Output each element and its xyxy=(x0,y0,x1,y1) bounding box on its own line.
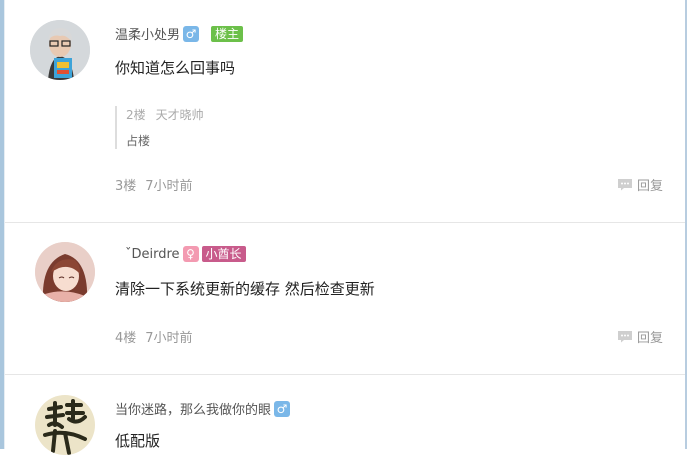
quoted-reply[interactable]: 2楼 天才晓帅 占楼 xyxy=(115,106,686,149)
username-row: 当你迷路，那么我做你的眼 ♂ xyxy=(115,399,291,418)
quote-header: 2楼 天才晓帅 xyxy=(126,106,686,123)
avatar[interactable] xyxy=(30,20,90,80)
quote-text: 占楼 xyxy=(126,134,151,148)
floor-number: 3楼 xyxy=(115,179,137,194)
post-divider xyxy=(5,222,685,223)
post-content: 清除一下系统更新的缓存 然后检查更新 xyxy=(115,280,375,298)
rank-badge: 小酋长 xyxy=(201,246,246,262)
reply-label: 回复 xyxy=(636,331,663,346)
avatar[interactable] xyxy=(35,395,95,455)
post-content: 低配版 xyxy=(115,432,161,450)
post-time: 7小时前 xyxy=(145,179,193,194)
avatar-image xyxy=(35,242,95,302)
male-icon: ♂ xyxy=(274,400,291,417)
comment-icon xyxy=(617,179,632,191)
username-row: 温柔小处男 ♂ 楼主 xyxy=(115,24,244,43)
comment-icon xyxy=(617,331,632,343)
post-meta: 4楼 7小时前 xyxy=(115,327,202,346)
avatar-image xyxy=(35,395,95,455)
username[interactable]: ˇDeirdre xyxy=(125,247,180,262)
avatar-image xyxy=(30,20,90,80)
reply-button[interactable]: 回复 xyxy=(617,327,663,346)
quote-floor: 2楼 xyxy=(126,108,146,122)
username[interactable]: 当你迷路，那么我做你的眼 xyxy=(115,399,271,418)
reply-label: 回复 xyxy=(636,179,663,194)
op-badge: 楼主 xyxy=(211,25,244,42)
post-meta: 3楼 7小时前 xyxy=(115,175,202,194)
post-divider xyxy=(5,374,685,375)
quote-user[interactable]: 天才晓帅 xyxy=(156,108,204,122)
post-time: 7小时前 xyxy=(145,331,193,346)
female-icon: ♀ xyxy=(182,246,199,262)
window-left-border-inner xyxy=(4,0,5,449)
post-content: 你知道怎么回事吗 xyxy=(115,59,236,77)
floor-number: 4楼 xyxy=(115,331,137,346)
reply-button[interactable]: 回复 xyxy=(617,175,663,194)
male-icon: ♂ xyxy=(183,25,200,42)
username-row: ˇDeirdre ♀ 小酋长 xyxy=(125,246,246,262)
username[interactable]: 温柔小处男 xyxy=(115,24,180,43)
avatar[interactable] xyxy=(35,242,95,302)
